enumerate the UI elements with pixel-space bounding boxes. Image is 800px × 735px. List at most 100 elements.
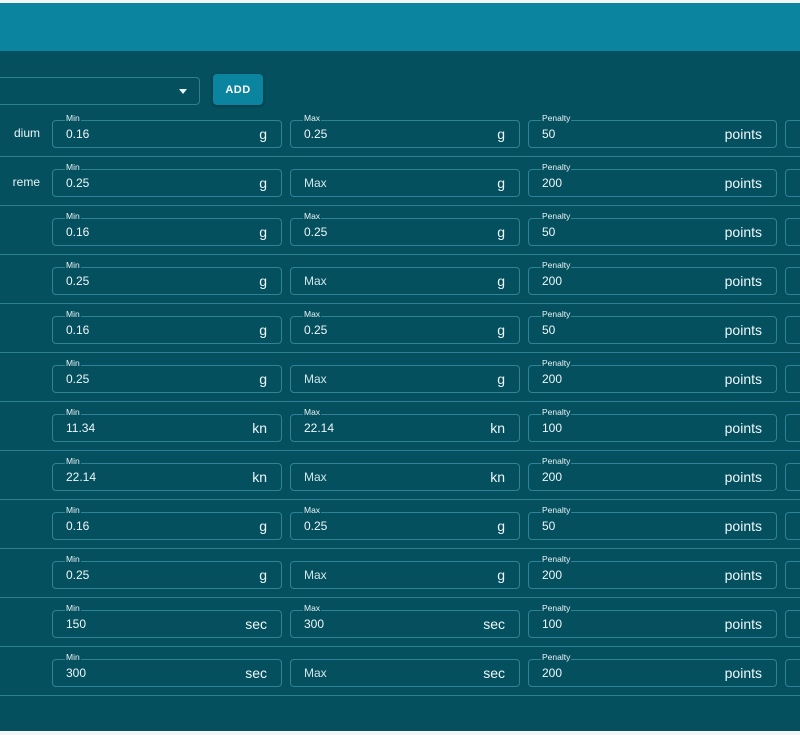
max-unit: g <box>497 518 505 534</box>
penalty-unit: points <box>724 420 762 436</box>
min-value: 0.16 <box>66 127 90 141</box>
dropdown-caret-icon <box>179 89 187 94</box>
min-unit: g <box>259 126 267 142</box>
min-field[interactable]: Min 22.14 kn <box>52 456 282 491</box>
extra-field[interactable] <box>785 659 800 687</box>
penalty-unit: points <box>724 665 762 681</box>
penalty-field[interactable]: Penalty 200 points <box>528 260 777 295</box>
extra-field[interactable] <box>785 218 800 246</box>
penalty-value: 50 <box>542 323 556 337</box>
min-field[interactable]: Min 0.16 g <box>52 113 282 148</box>
penalty-field[interactable]: Penalty 100 points <box>528 407 777 442</box>
min-value: 0.16 <box>66 323 90 337</box>
penalty-value: 50 <box>542 519 556 533</box>
min-field[interactable]: Min 0.25 g <box>52 554 282 589</box>
penalty-field[interactable]: Penalty 200 points <box>528 456 777 491</box>
min-unit: sec <box>245 616 267 632</box>
extra-field[interactable] <box>785 512 800 540</box>
row-label <box>0 402 40 451</box>
penalty-value: 200 <box>542 666 563 680</box>
min-field[interactable]: Min 0.25 g <box>52 162 282 197</box>
penalty-unit: points <box>724 224 762 240</box>
penalty-unit: points <box>724 175 762 191</box>
max-field[interactable]: Max 22.14 kn <box>290 407 520 442</box>
max-field[interactable]: Max 0.25 g <box>290 309 520 344</box>
max-field[interactable]: Max 300 sec <box>290 603 520 638</box>
max-field[interactable]: Max g <box>290 365 520 393</box>
extra-field[interactable] <box>785 365 800 393</box>
penalty-field[interactable]: Penalty 200 points <box>528 554 777 589</box>
extra-field[interactable] <box>785 561 800 589</box>
min-field[interactable]: Min 0.16 g <box>52 211 282 246</box>
threshold-row: Min 11.34 kn Max 22.14 kn Penalty 100 po… <box>0 402 800 451</box>
extra-field[interactable] <box>785 169 800 197</box>
max-field[interactable]: Max kn <box>290 463 520 491</box>
penalty-value: 50 <box>542 127 556 141</box>
add-button[interactable]: ADD <box>213 74 263 105</box>
max-field[interactable]: Max sec <box>290 659 520 687</box>
min-field[interactable]: Min 0.25 g <box>52 358 282 393</box>
min-value: 0.25 <box>66 372 90 386</box>
threshold-row: Min 150 sec Max 300 sec Penalty 100 poin… <box>0 598 800 647</box>
min-unit: kn <box>252 420 267 436</box>
min-field[interactable]: Min 0.25 g <box>52 260 282 295</box>
threshold-row: Min 0.25 g Max g Penalty 200 points <box>0 549 800 598</box>
penalty-field[interactable]: Penalty 50 points <box>528 211 777 246</box>
min-field[interactable]: Min 11.34 kn <box>52 407 282 442</box>
penalty-field[interactable]: Penalty 50 points <box>528 505 777 540</box>
penalty-unit: points <box>724 567 762 583</box>
penalty-field[interactable]: Penalty 100 points <box>528 603 777 638</box>
min-field[interactable]: Min 300 sec <box>52 652 282 687</box>
penalty-field[interactable]: Penalty 50 points <box>528 113 777 148</box>
max-field[interactable]: Max 0.25 g <box>290 113 520 148</box>
max-unit: g <box>497 371 505 387</box>
penalty-value: 200 <box>542 274 563 288</box>
penalty-unit: points <box>724 273 762 289</box>
max-unit: g <box>497 567 505 583</box>
row-label <box>0 353 40 402</box>
min-value: 0.25 <box>66 176 90 190</box>
row-label <box>0 206 40 255</box>
extra-field[interactable] <box>785 120 800 148</box>
max-unit: kn <box>490 420 505 436</box>
min-value: 0.16 <box>66 225 90 239</box>
row-label <box>0 598 40 647</box>
max-field[interactable]: Max g <box>290 169 520 197</box>
max-field[interactable]: Max 0.25 g <box>290 211 520 246</box>
threshold-row: reme Min 0.25 g Max g Penalty 200 points <box>0 157 800 206</box>
min-unit: kn <box>252 469 267 485</box>
row-label: reme <box>12 174 40 189</box>
max-unit: g <box>497 273 505 289</box>
extra-field[interactable] <box>785 316 800 344</box>
penalty-value: 200 <box>542 372 563 386</box>
max-field[interactable]: Max g <box>290 267 520 295</box>
penalty-field[interactable]: Penalty 200 points <box>528 162 777 197</box>
rule-type-select[interactable] <box>0 77 200 105</box>
min-value: 0.16 <box>66 519 90 533</box>
row-label <box>0 647 40 696</box>
threshold-row: Min 0.16 g Max 0.25 g Penalty 50 points <box>0 206 800 255</box>
max-field[interactable]: Max g <box>290 561 520 589</box>
min-unit: g <box>259 371 267 387</box>
penalty-field[interactable]: Penalty 200 points <box>528 358 777 393</box>
extra-field[interactable] <box>785 267 800 295</box>
min-value: 22.14 <box>66 470 97 484</box>
min-field[interactable]: Min 0.16 g <box>52 309 282 344</box>
penalty-value: 100 <box>542 617 563 631</box>
extra-field[interactable] <box>785 414 800 442</box>
row-label <box>0 500 40 549</box>
min-unit: g <box>259 175 267 191</box>
min-field[interactable]: Min 150 sec <box>52 603 282 638</box>
max-field[interactable]: Max 0.25 g <box>290 505 520 540</box>
min-unit: sec <box>245 665 267 681</box>
max-placeholder: Max <box>304 274 327 288</box>
penalty-field[interactable]: Penalty 50 points <box>528 309 777 344</box>
max-unit: g <box>497 224 505 240</box>
max-value: 0.25 <box>304 323 328 337</box>
penalty-field[interactable]: Penalty 200 points <box>528 652 777 687</box>
extra-field[interactable] <box>785 463 800 491</box>
extra-field[interactable] <box>785 610 800 638</box>
row-label: dium <box>13 125 40 140</box>
penalty-value: 200 <box>542 470 563 484</box>
min-field[interactable]: Min 0.16 g <box>52 505 282 540</box>
